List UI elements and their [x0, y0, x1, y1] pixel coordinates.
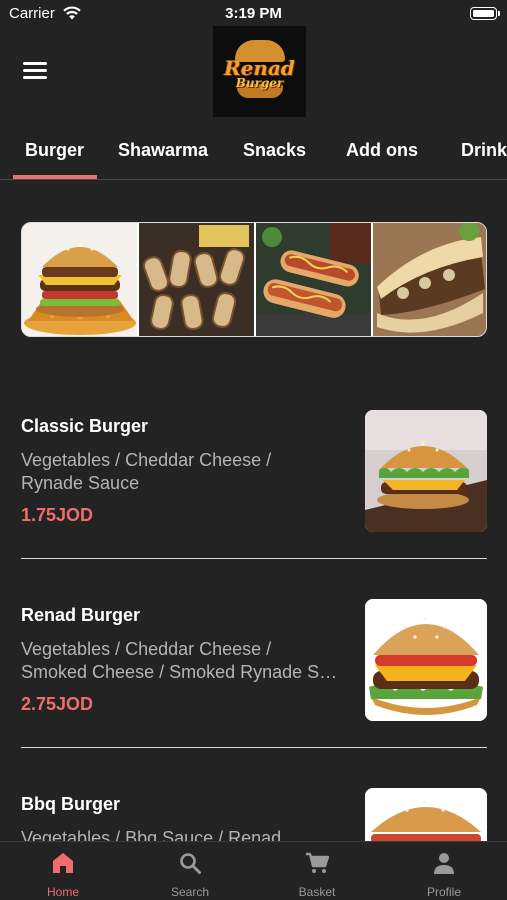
logo-subtitle: Burger — [235, 76, 284, 90]
nav-basket-label: Basket — [298, 885, 336, 899]
item-image — [365, 410, 487, 532]
menu-item[interactable]: Classic Burger Vegetables / Cheddar Chee… — [21, 410, 487, 532]
menu-bar — [23, 76, 47, 79]
item-divider — [21, 747, 487, 748]
status-bar: Carrier 3:19 PM — [0, 0, 507, 28]
banner-hotdog-image — [256, 223, 371, 336]
app-logo: Renad Burger — [213, 26, 306, 117]
item-description: Vegetables / Cheddar Cheese / Rynade Sau… — [21, 449, 339, 495]
item-name: Renad Burger — [21, 605, 141, 625]
tab-snacks[interactable]: Snacks — [243, 140, 306, 161]
nav-profile[interactable]: Profile — [381, 842, 507, 900]
item-divider — [21, 558, 487, 559]
nav-home-label: Home — [46, 885, 79, 899]
item-description: Vegetables / Cheddar Cheese / Smoked Che… — [21, 638, 339, 684]
tab-shawarma[interactable]: Shawarma — [118, 140, 208, 161]
banner-burger-image — [22, 223, 137, 336]
item-price: 2.75JOD — [21, 694, 94, 714]
nav-profile-label: Profile — [426, 885, 461, 899]
category-tabs: Burger Shawarma Snacks Add ons Drinks — [0, 128, 507, 180]
item-description-line: Vegetables / Cheddar Cheese / — [21, 639, 272, 659]
item-description-line: Rynade Sauce — [21, 473, 140, 493]
item-price: 1.75JOD — [21, 505, 94, 525]
item-image — [365, 599, 487, 721]
tab-burger[interactable]: Burger — [25, 140, 84, 161]
promo-banner[interactable] — [21, 222, 487, 337]
nav-search-label: Search — [170, 885, 210, 899]
search-icon — [180, 853, 201, 874]
active-tab-indicator — [13, 175, 97, 179]
nav-basket[interactable]: Basket — [254, 842, 380, 900]
item-description-line: Smoked Cheese / Smoked Rynade Sauce — [21, 662, 339, 682]
tab-drinks[interactable]: Drinks — [461, 140, 507, 161]
item-description-line: Vegetables / Cheddar Cheese / — [21, 450, 272, 470]
item-name: Bbq Burger — [21, 794, 120, 814]
nav-search[interactable]: Search — [127, 842, 253, 900]
clock: 3:19 PM — [225, 5, 282, 22]
battery-icon — [470, 7, 500, 20]
banner-shawarma-image — [139, 223, 254, 336]
menu-bar — [23, 62, 47, 65]
cart-icon — [306, 852, 329, 873]
menu-button[interactable] — [23, 62, 47, 80]
menu-item[interactable]: Renad Burger Vegetables / Cheddar Cheese… — [21, 599, 487, 721]
tab-add-ons[interactable]: Add ons — [346, 140, 418, 161]
menu-bar — [23, 69, 47, 72]
person-icon — [434, 853, 454, 874]
banner-sandwich-image — [373, 223, 486, 336]
bottom-nav: Home Search Basket Profile — [0, 841, 507, 900]
item-name: Classic Burger — [21, 416, 149, 436]
nav-home[interactable]: Home — [0, 842, 126, 900]
home-icon — [53, 853, 73, 873]
